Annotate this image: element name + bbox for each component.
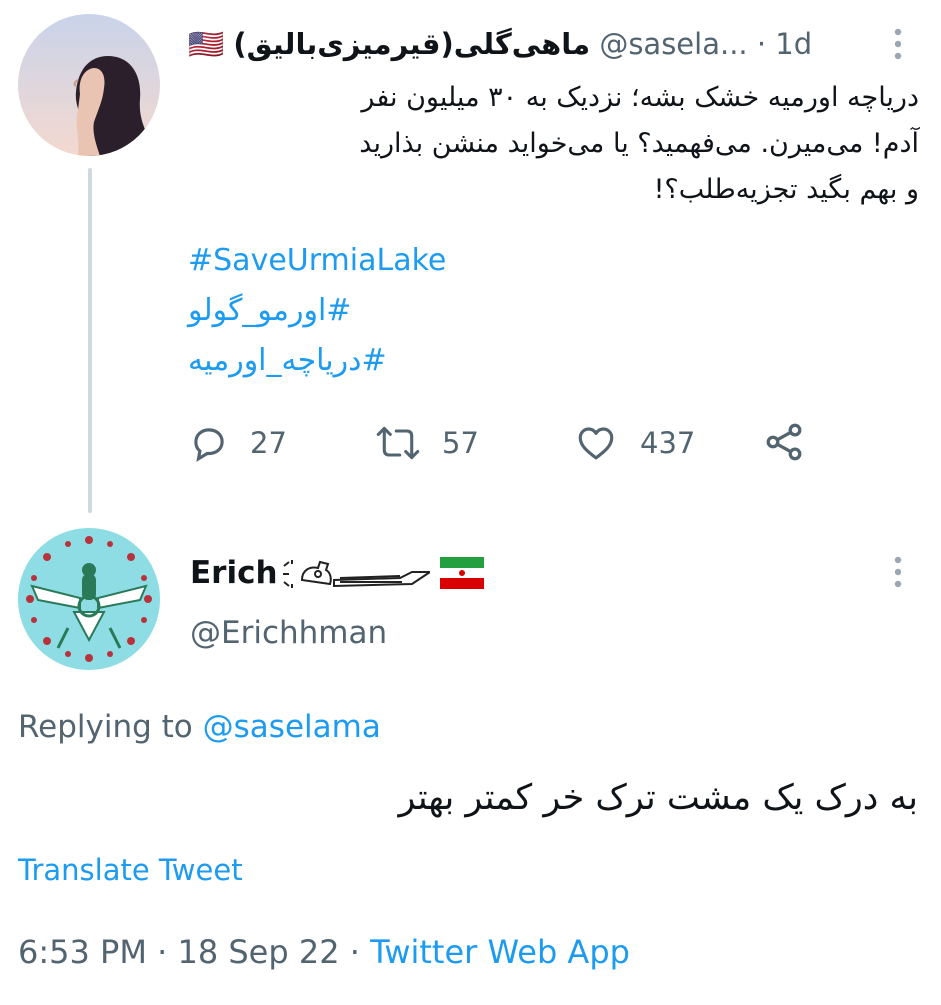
more-vertical-icon[interactable] (886, 552, 910, 592)
display-name[interactable]: ماهی‌گلی(قیرمیزی‌بالیق) (233, 27, 590, 61)
tweet-source-link[interactable]: Twitter Web App (370, 933, 630, 971)
flag-us-icon: 🇺🇸 (188, 27, 225, 61)
reply-button[interactable]: 27 (188, 418, 287, 468)
tweet-actions: 27 57 437 (188, 418, 828, 468)
tweet-timestamp-line: 6:53 PM · 18 Sep 22 · Twitter Web App (18, 928, 630, 976)
hashtag-link[interactable]: #SaveUrmiaLake (188, 236, 888, 286)
like-button[interactable]: 437 (574, 418, 695, 468)
thread-tweet-header: 🇺🇸 ماهی‌گلی(قیرمیزی‌بالیق) @sasela... · … (188, 22, 928, 66)
hashtag-link[interactable]: #دریاچه_اورمیه (188, 336, 888, 386)
thread-connector-line (88, 168, 92, 513)
replying-to-handle-link[interactable]: @saselama (203, 709, 381, 745)
retweet-icon (376, 426, 420, 460)
avatar-portrait-image (18, 14, 160, 156)
faravahar-symbol-image (18, 528, 160, 670)
separator: · (756, 27, 767, 61)
separator: · (157, 933, 168, 971)
tweet-time[interactable]: 6:53 PM (18, 933, 147, 971)
like-count: 437 (640, 426, 696, 460)
replying-to-line: Replying to @saselama (18, 704, 381, 750)
reply-tweet-body: به درک یک مشت ترک خر کمتر بهتر (398, 778, 918, 818)
reply-icon (194, 428, 224, 462)
more-vertical-icon[interactable] (886, 24, 910, 64)
lamassu-emoji-icon (282, 560, 430, 588)
display-name: Erich (190, 555, 278, 591)
avatar-saselama[interactable] (18, 14, 160, 156)
retweet-count: 57 (442, 426, 479, 460)
tweet-time[interactable]: 1d (775, 27, 812, 61)
tweet-date[interactable]: 18 Sep 22 (177, 933, 339, 971)
replying-prefix: Replying to (18, 709, 193, 745)
heart-icon (578, 427, 614, 460)
tweet-text-line: دریاچه اورمیه خشک بشه؛ نزدیک به ۳۰ میلیو… (361, 82, 919, 113)
share-button[interactable] (762, 420, 806, 471)
tweet-text-line: آدم! می‌میرن. می‌فهمید؟ یا می‌خواید منشن… (359, 128, 919, 159)
hashtag-link[interactable]: #اورمو_گولو (188, 286, 888, 336)
translate-tweet-link[interactable]: Translate Tweet (18, 848, 243, 892)
thread-tweet-body: دریاچه اورمیه خشک بشه؛ نزدیک به ۳۰ میلیو… (199, 75, 919, 213)
reply-author-handle[interactable]: @Erichhman (190, 610, 387, 656)
share-icon (766, 423, 802, 461)
reply-count: 27 (250, 426, 287, 460)
tweet-text-line: و بهم بگید تجزیه‌طلب؟! (653, 174, 919, 205)
flag-iran-icon (439, 557, 484, 589)
hashtag-list: #SaveUrmiaLake #اورمو_گولو #دریاچه_اورمی… (188, 236, 888, 386)
handle[interactable]: @sasela... (599, 27, 747, 61)
retweet-button[interactable]: 57 (374, 418, 479, 468)
separator: · (349, 933, 360, 971)
reply-author-name[interactable]: Erich (190, 550, 484, 596)
avatar-erichhman[interactable] (18, 528, 160, 670)
